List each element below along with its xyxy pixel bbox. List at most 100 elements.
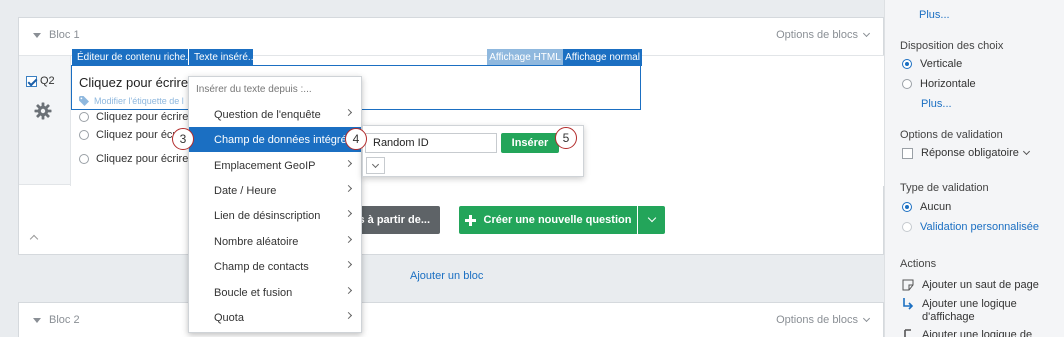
action-label: Ajouter une logique d'affichage (922, 298, 1017, 323)
gear-icon[interactable] (34, 102, 52, 120)
action-label: Ajouter une logique de (922, 329, 1033, 337)
piped-text-menu: Insérer du texte depuis :... Question de… (188, 76, 362, 333)
choice-item[interactable]: Cliquez pour écrire C (79, 153, 199, 165)
add-block-link[interactable]: Ajouter un bloc (410, 270, 483, 282)
block-title: Bloc 2 (49, 314, 80, 326)
embedded-field-input[interactable]: Random ID (365, 133, 497, 153)
option-none[interactable]: Aucun (902, 201, 951, 213)
option-vertical[interactable]: Verticale (902, 58, 962, 70)
validation-options-heading: Options de validation (900, 129, 1003, 141)
option-label: Validation personnalisée (920, 221, 1040, 233)
tab-html-label: Affichage HTML (489, 52, 561, 63)
block-2-header[interactable]: Bloc 2 Options de blocs (19, 303, 883, 337)
edit-tag-link[interactable]: Modifier l'étiquette de l (79, 96, 184, 106)
menu-item-label: Quota (214, 311, 244, 324)
menu-item-label: Emplacement GeoIP (214, 159, 316, 172)
menu-item-label: Lien de désinscription (214, 209, 321, 222)
chevron-right-icon (344, 184, 353, 193)
choice-layout-heading: Disposition des choix (900, 40, 1004, 52)
option-horizontal[interactable]: Horizontale (902, 78, 976, 90)
menu-item-label: Champ de données intégrées (214, 133, 359, 146)
menu-item-survey-question[interactable]: Question de l'enquête (189, 102, 361, 127)
option-label: Aucun (920, 201, 952, 213)
chevron-right-icon (344, 235, 353, 244)
import-questions-label: s à partir de... (358, 214, 430, 226)
block-1-header[interactable]: Bloc 1 Options de blocs (19, 18, 883, 52)
skip-logic-icon (904, 329, 911, 337)
choice-label[interactable]: Cliquez pour écrire C (96, 153, 199, 165)
chevron-down-icon (647, 213, 656, 223)
more-link[interactable]: Plus... (921, 98, 952, 110)
menu-item-unsubscribe-link[interactable]: Lien de désinscription (189, 203, 361, 228)
choice-item[interactable]: Cliquez pour écrire (79, 111, 188, 123)
menu-item-date-time[interactable]: Date / Heure (189, 178, 361, 203)
create-question-dropdown[interactable] (638, 206, 665, 234)
chevron-down-icon[interactable] (1022, 147, 1030, 156)
block-options-button[interactable]: Options de blocs (776, 314, 871, 326)
question-text[interactable]: Cliquez pour écrire la (79, 75, 202, 90)
menu-item-label: Champ de contacts (214, 260, 309, 273)
embedded-field-value: Random ID (373, 137, 429, 149)
add-page-break-action[interactable]: Ajouter un saut de page (902, 279, 1039, 291)
tab-html-view[interactable]: Affichage HTML (487, 49, 563, 66)
block-options-button[interactable]: Options de blocs (776, 29, 871, 41)
create-question-label: Créer une nouvelle question (483, 214, 632, 226)
tab-piped-text[interactable]: Texte inséré... (188, 49, 256, 66)
display-logic-icon (903, 298, 914, 310)
add-display-logic-action[interactable]: Ajouter une logique d'affichage (902, 298, 1032, 324)
choice-item[interactable]: Cliquez pour écri (79, 129, 179, 141)
callout-badge: 4 (345, 128, 367, 150)
menu-item-loop-merge[interactable]: Boucle et fusion (189, 280, 361, 305)
field-dropdown-button[interactable] (366, 157, 385, 174)
chevron-right-icon (344, 311, 353, 320)
menu-item-quota[interactable]: Quota (189, 305, 361, 330)
menu-item-contact-field[interactable]: Champ de contacts (189, 254, 361, 279)
tab-rich-content-editor[interactable]: Éditeur de contenu riche... (72, 49, 194, 66)
option-custom-validation[interactable]: Validation personnalisée (902, 221, 1039, 233)
chevron-right-icon (344, 159, 353, 168)
choice-label[interactable]: Cliquez pour écrire (96, 111, 188, 123)
chevron-right-icon (344, 209, 353, 218)
required-checkbox[interactable] (902, 147, 913, 159)
required-label: Réponse obligatoire (921, 147, 1019, 159)
choice-radio (79, 154, 89, 164)
collapse-caret-icon[interactable] (33, 317, 41, 323)
embedded-data-submenu: Random ID Insérer (362, 125, 584, 177)
tab-normal-view[interactable]: Affichage normal (563, 49, 642, 66)
survey-editor: Bloc 1 Options de blocs Q2 Cliquez pour … (0, 0, 885, 337)
chevron-down-icon (862, 314, 871, 323)
menu-item-random-number[interactable]: Nombre aléatoire (189, 229, 361, 254)
choice-radio (79, 112, 89, 122)
radio-none[interactable] (902, 202, 912, 212)
action-label: Ajouter un saut de page (922, 279, 1039, 291)
chevron-right-icon (344, 108, 353, 117)
more-link[interactable]: Plus... (919, 9, 950, 21)
page-break-icon (902, 279, 914, 291)
menu-item-embedded-data[interactable]: Champ de données intégrées (189, 127, 361, 152)
radio-vertical[interactable] (902, 59, 912, 69)
add-skip-logic-action[interactable]: Ajouter une logique de (902, 329, 1032, 337)
validation-type-heading: Type de validation (900, 182, 989, 194)
callout-badge: 5 (555, 127, 577, 149)
menu-item-label: Date / Heure (214, 184, 277, 197)
question-select-checkbox[interactable] (26, 75, 37, 87)
choice-label[interactable]: Cliquez pour écri (96, 129, 179, 141)
option-label: Verticale (920, 58, 963, 70)
create-question-button[interactable]: Créer une nouvelle question (459, 206, 637, 234)
required-response-toggle[interactable]: Réponse obligatoire (902, 147, 1030, 159)
menu-item-geoip[interactable]: Emplacement GeoIP (189, 153, 361, 178)
plus-icon (464, 214, 476, 226)
radio-custom-validation[interactable] (902, 222, 912, 232)
option-label: Horizontale (920, 78, 976, 90)
collapse-caret-icon[interactable] (33, 32, 41, 38)
chevron-right-icon (344, 286, 353, 295)
question-settings-sidebar: Plus... Disposition des choix Verticale … (884, 0, 1064, 337)
radio-horizontal[interactable] (902, 79, 912, 89)
menu-item-label: Question de l'enquête (214, 108, 321, 121)
chevron-down-icon (371, 160, 380, 169)
tag-icon (79, 96, 89, 106)
insert-button[interactable]: Insérer (501, 133, 559, 153)
choice-radio (79, 130, 89, 140)
block-options-label: Options de blocs (776, 29, 858, 41)
question-gutter: Q2 (19, 56, 71, 186)
